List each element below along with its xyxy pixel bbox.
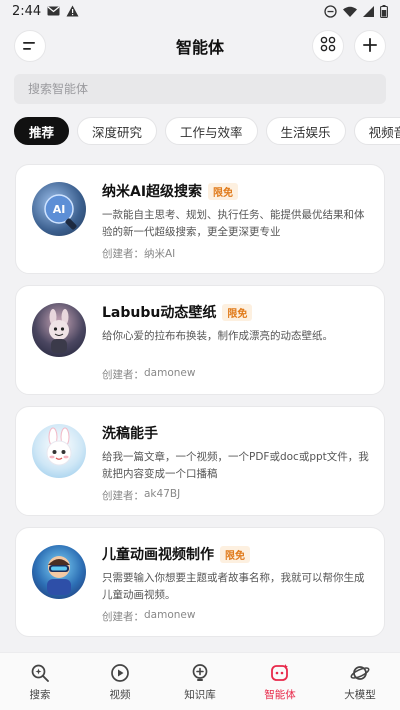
status-time: 2:44 (12, 3, 42, 19)
agent-description: 给我一篇文章，一个视频，一个PDF或doc或ppt文件，我就把内容变成一个口播稿 (102, 451, 369, 480)
agent-title: Labubu动态壁纸 (102, 305, 217, 321)
agent-list: AI 纳米AI超级搜索 限免 一款能自主思考、规划、执行任务、能提供最优结果和体… (15, 164, 385, 637)
status-right (324, 4, 388, 18)
nav-label: 知识库 (184, 689, 216, 701)
video-play-icon (109, 662, 131, 684)
agent-avatar (32, 545, 86, 599)
nav-video[interactable]: 视频 (85, 662, 155, 702)
battery-icon (380, 4, 388, 18)
plus-icon (363, 37, 377, 56)
tab-video-audio[interactable]: 视频音 (353, 117, 400, 145)
agent-title: 洗稿能手 (102, 426, 158, 442)
knowledge-bulb-icon (189, 662, 211, 684)
nav-label: 大模型 (344, 689, 376, 701)
agent-card[interactable]: 洗稿能手 给我一篇文章，一个视频，一个PDF或doc或ppt文件，我就把内容变成… (15, 406, 385, 516)
model-planet-icon (349, 662, 371, 684)
agent-description: 一款能自主思考、规划、执行任务、能提供最优结果和体验的新一代超级搜索，更全更深更… (102, 209, 365, 238)
agent-bot-icon (269, 662, 291, 684)
add-button[interactable] (354, 30, 386, 62)
agent-avatar (32, 424, 86, 478)
nav-search[interactable]: 搜索 (5, 662, 75, 702)
agent-card-body: Labubu动态壁纸 限免 给你心爱的拉布布换装，制作成漂亮的动态壁纸。 创建者… (102, 302, 370, 382)
agent-title-row: 洗稿能手 (102, 423, 370, 443)
agent-title-row: Labubu动态壁纸 限免 (102, 302, 370, 322)
svg-text:AI: AI (53, 203, 66, 216)
agent-card[interactable]: Labubu动态壁纸 限免 给你心爱的拉布布换装，制作成漂亮的动态壁纸。 创建者… (15, 285, 385, 395)
agent-card-body: 儿童动画视频制作 限免 只需要输入你想要主题或者故事名称，我就可以帮你生成儿童动… (102, 544, 370, 624)
status-left: 2:44 (12, 4, 79, 19)
creator-name: damonew (144, 609, 196, 621)
status-bar: 2:44 (0, 0, 400, 22)
agent-creator: 创建者： damonew (102, 367, 370, 382)
creator-name: damonew (144, 367, 196, 379)
category-tabs: 推荐 深度研究 工作与效率 生活娱乐 视频音 (14, 117, 400, 147)
creator-name: 纳米AI (144, 248, 176, 260)
search-sparkle-icon (29, 662, 51, 684)
creator-label: 创建者： (102, 248, 144, 260)
agent-title-row: 儿童动画视频制作 限免 (102, 544, 370, 564)
creator-label: 创建者： (102, 611, 144, 623)
menu-button[interactable] (14, 30, 46, 62)
tab-life-entertainment[interactable]: 生活娱乐 (265, 117, 346, 145)
agent-creator: 创建者： damonew (102, 609, 370, 624)
free-badge: 限免 (220, 545, 250, 563)
dnd-icon (324, 4, 337, 18)
warning-icon (66, 5, 79, 17)
grid-icon (320, 36, 336, 56)
agent-creator: 创建者： 纳米AI (102, 246, 370, 261)
bottom-nav: 搜索 视频 知识库 智能体 大模型 (0, 652, 400, 710)
free-badge: 限免 (208, 182, 239, 200)
ai-chip-icon: AI (44, 194, 77, 230)
tab-recommend[interactable]: 推荐 (14, 117, 70, 145)
agent-description: 只需要输入你想要主题或者故事名称，我就可以帮你生成儿童动画视频。 (102, 572, 365, 601)
cellular-icon (363, 5, 374, 17)
agent-title-row: 纳米AI超级搜索 限免 (102, 181, 370, 201)
agent-card[interactable]: AI 纳米AI超级搜索 限免 一款能自主思考、规划、执行任务、能提供最优结果和体… (15, 164, 385, 274)
creator-label: 创建者： (102, 369, 144, 381)
agent-avatar: AI (32, 182, 86, 236)
free-badge: 限免 (222, 303, 253, 321)
page-title: 智能体 (175, 38, 224, 57)
creator-label: 创建者： (102, 490, 144, 502)
agent-creator: 创建者： ak47BJ (102, 488, 370, 503)
agent-card-body: 纳米AI超级搜索 限免 一款能自主思考、规划、执行任务、能提供最优结果和体验的新… (102, 181, 370, 261)
creator-name: ak47BJ (144, 488, 181, 500)
nav-label: 智能体 (264, 689, 296, 701)
agent-avatar (32, 303, 86, 357)
search-input[interactable] (14, 74, 386, 104)
nav-label: 视频 (109, 689, 131, 701)
wifi-icon (343, 6, 357, 17)
agent-card-body: 洗稿能手 给我一篇文章，一个视频，一个PDF或doc或ppt文件，我就把内容变成… (102, 423, 370, 503)
rabbit-mascot-icon (46, 427, 72, 466)
nav-knowledge[interactable]: 知识库 (165, 662, 235, 702)
mail-icon (47, 6, 60, 16)
labubu-figure-icon (49, 309, 69, 353)
nav-model[interactable]: 大模型 (325, 662, 395, 702)
nav-label: 搜索 (29, 689, 51, 701)
agent-description: 给你心爱的拉布布换装，制作成漂亮的动态壁纸。 (102, 330, 333, 342)
tab-deep-research[interactable]: 深度研究 (77, 117, 158, 145)
header: 智能体 (0, 28, 400, 64)
nav-agent[interactable]: 智能体 (245, 662, 315, 702)
agent-card[interactable]: 儿童动画视频制作 限免 只需要输入你想要主题或者故事名称，我就可以帮你生成儿童动… (15, 527, 385, 637)
grid-button[interactable] (312, 30, 344, 62)
vr-kid-icon (47, 556, 71, 595)
agent-title: 儿童动画视频制作 (102, 547, 214, 563)
agent-title: 纳米AI超级搜索 (102, 184, 203, 200)
menu-icon (23, 37, 37, 56)
tab-work-efficiency[interactable]: 工作与效率 (165, 117, 258, 145)
